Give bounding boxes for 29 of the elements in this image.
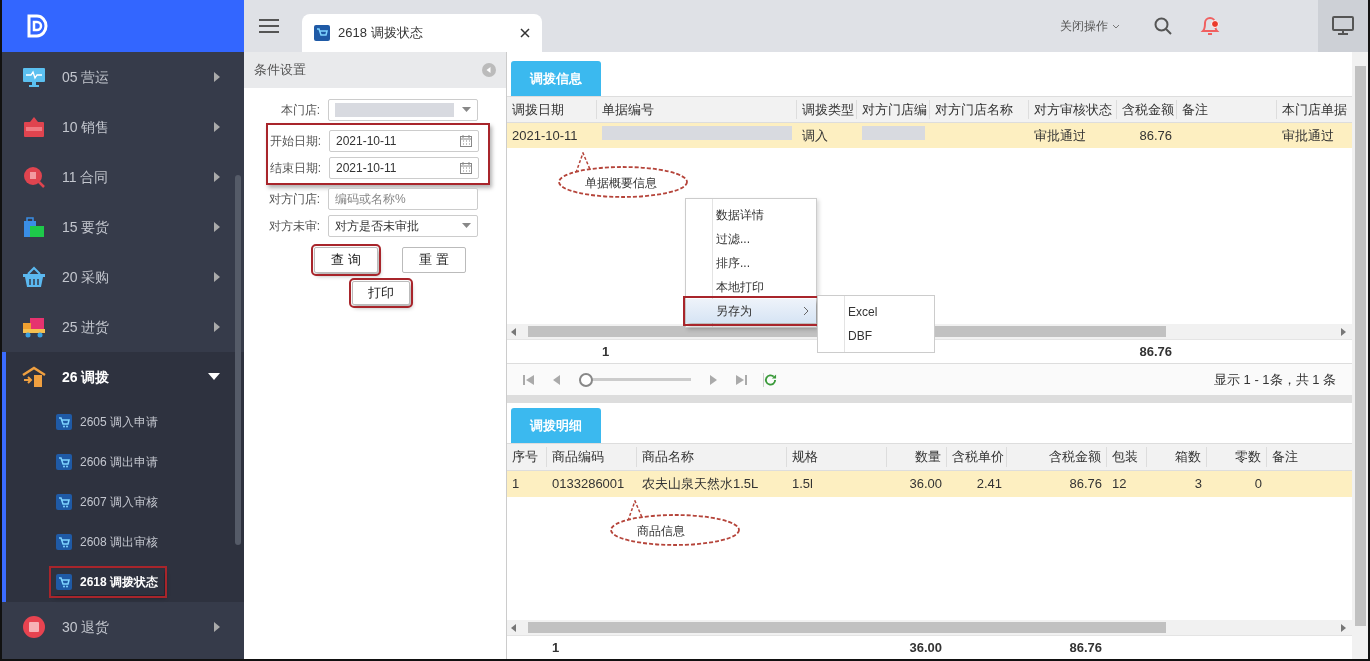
table-cell-text: 0 — [1253, 475, 1263, 494]
table-cell-text: 农夫山泉天然水1.5L — [641, 475, 760, 494]
table-cell-text: 审批通过 — [1281, 126, 1335, 145]
summary-cell-text: 1 — [601, 342, 611, 361]
callout-text: 单据概要信息 — [585, 175, 657, 192]
field-label: 结束日期: — [268, 159, 322, 177]
field-label: 本门店: — [279, 101, 321, 119]
table-cell-text: 3 — [1193, 475, 1203, 494]
callout-text: 商品信息 — [637, 523, 685, 540]
table-cell-text: 审批通过 — [1033, 126, 1087, 145]
summary-cell-text: 36.00 — [908, 638, 943, 657]
field-label: 开始日期: — [268, 132, 322, 150]
table-cell-text: 调入 — [801, 126, 829, 145]
field-label: 对方未审: — [267, 217, 321, 235]
field-label: 对方门店: — [267, 190, 321, 208]
pager-summary: 显示 1 - 1条，共 1 条 — [1213, 370, 1336, 389]
table-cell-text: 12 — [1111, 475, 1128, 494]
table-cell-text: 86.76 — [1138, 126, 1173, 145]
table-cell-text: 2021-10-11 — [511, 126, 579, 145]
table-cell-text: 36.00 — [908, 475, 943, 494]
summary-cell-text: 86.76 — [1138, 342, 1173, 361]
table-cell-text: 1.5l — [791, 475, 814, 494]
summary-cell-text: 86.76 — [1068, 638, 1103, 657]
panel-title: 条件设置 — [254, 61, 306, 80]
table-cell-text: 86.76 — [1068, 475, 1103, 494]
table-cell-text: 0133286001 — [551, 475, 626, 494]
summary-cell-text: 1 — [551, 638, 561, 657]
table-cell-text: 1 — [511, 475, 521, 494]
table-cell-text: 2.41 — [975, 475, 1003, 494]
